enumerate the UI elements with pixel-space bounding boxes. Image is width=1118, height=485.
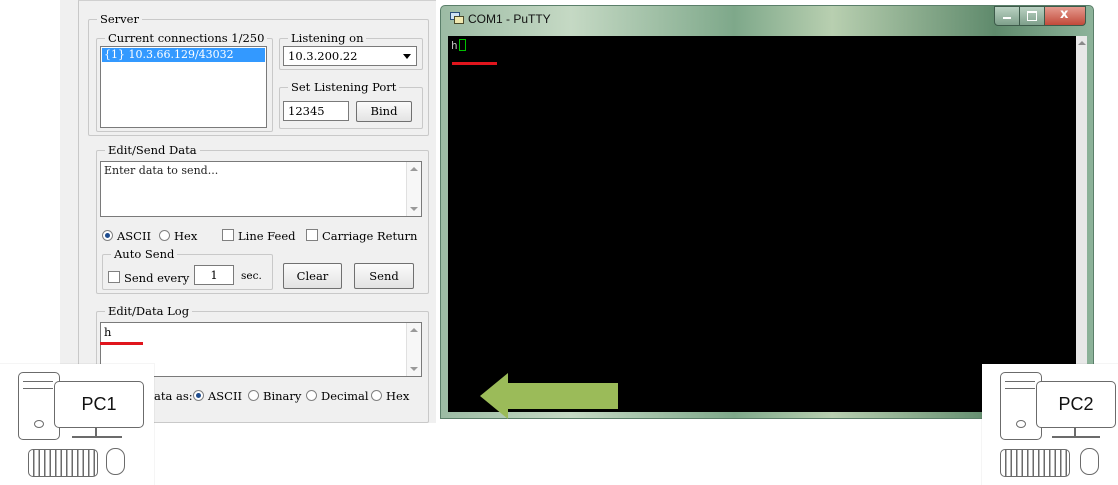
auto-send-label: Auto Send xyxy=(111,247,178,261)
edit-send-label: Edit/Send Data xyxy=(105,143,200,157)
display-as-label: ata as: xyxy=(154,389,193,403)
connections-list[interactable]: {1} 10.3.66.129/43032 xyxy=(100,46,267,128)
bind-button[interactable]: Bind xyxy=(356,101,412,122)
edit-send-group: Edit/Send Data Enter data to send... ASC… xyxy=(96,143,429,294)
close-button[interactable]: x xyxy=(1044,6,1086,26)
putty-title-bar[interactable]: COM1 - PuTTY x xyxy=(441,6,1093,32)
close-icon: x xyxy=(1060,7,1069,22)
putty-title: COM1 - PuTTY xyxy=(468,12,551,26)
send-hex-radio[interactable]: Hex xyxy=(159,229,197,243)
terminal-text: h xyxy=(451,39,458,52)
port-label: Set Listening Port xyxy=(288,80,400,94)
putty-window: COM1 - PuTTY x h xyxy=(440,5,1094,419)
server-group-label: Server xyxy=(97,12,142,26)
background-window-edge xyxy=(60,0,79,422)
log-hex-radio[interactable]: Hex xyxy=(371,389,409,403)
interval-input[interactable]: 1 xyxy=(194,265,234,285)
data-log-label: Edit/Data Log xyxy=(105,304,193,318)
log-underline-marker xyxy=(100,342,143,345)
pc1-icon: PC1 xyxy=(0,364,154,485)
log-binary-radio[interactable]: Binary xyxy=(248,389,301,403)
pc2-mouse xyxy=(1080,448,1099,475)
send-ascii-label: ASCII xyxy=(117,229,152,243)
listening-ip-select[interactable]: 10.3.200.22 xyxy=(283,46,417,66)
carriage-return-checkbox[interactable]: Carriage Return xyxy=(306,229,417,243)
minimize-icon xyxy=(1003,17,1011,19)
server-group: Server Current connections 1/250 {1} 10.… xyxy=(88,12,429,136)
pc1-mouse xyxy=(106,448,125,475)
send-ascii-radio[interactable]: ASCII xyxy=(102,229,151,243)
pc2-icon: PC2 xyxy=(982,364,1118,485)
listening-on-group: Listening on 10.3.200.22 xyxy=(279,31,423,70)
data-log-content: h xyxy=(104,325,112,339)
pc2-monitor: PC2 xyxy=(1036,381,1116,428)
left-arrow-icon xyxy=(480,373,620,419)
log-decimal-label: Decimal xyxy=(321,389,369,403)
terminal-cursor xyxy=(459,39,466,51)
connections-label: Current connections 1/250 xyxy=(105,31,268,45)
pc1-label: PC1 xyxy=(81,394,117,414)
chevron-down-icon[interactable] xyxy=(403,54,411,59)
log-binary-label: Binary xyxy=(263,389,302,403)
listening-on-label: Listening on xyxy=(288,31,367,45)
port-group: Set Listening Port 12345 Bind xyxy=(279,80,423,129)
data-log-scrollbar[interactable] xyxy=(406,323,421,376)
send-every-checkbox[interactable]: Send every xyxy=(108,271,189,285)
port-input[interactable]: 12345 xyxy=(283,101,349,121)
putty-underline-marker xyxy=(452,62,497,65)
listening-ip-value: 10.3.200.22 xyxy=(288,49,358,63)
send-button[interactable]: Send xyxy=(354,263,414,289)
send-every-label: Send every xyxy=(124,271,190,285)
scroll-up-icon[interactable] xyxy=(1078,41,1086,45)
line-feed-label: Line Feed xyxy=(238,229,296,243)
pc1-monitor: PC1 xyxy=(54,381,144,428)
auto-send-group: Auto Send Send every 1 sec. xyxy=(102,247,273,290)
pc2-label: PC2 xyxy=(1058,394,1094,414)
putty-terminal[interactable]: h xyxy=(448,36,1076,412)
interval-unit: sec. xyxy=(241,270,262,282)
port-value: 12345 xyxy=(288,104,325,118)
carriage-return-label: Carriage Return xyxy=(322,229,418,243)
send-data-textarea[interactable]: Enter data to send... xyxy=(100,161,422,217)
log-ascii-radio[interactable]: ASCII xyxy=(193,389,242,403)
putty-app-icon xyxy=(450,12,464,24)
connection-item[interactable]: {1} 10.3.66.129/43032 xyxy=(102,48,265,62)
tcp-server-window: Server Current connections 1/250 {1} 10.… xyxy=(78,0,436,423)
log-ascii-label: ASCII xyxy=(208,389,243,403)
connections-group: Current connections 1/250 {1} 10.3.66.12… xyxy=(96,31,273,132)
interval-value: 1 xyxy=(210,268,218,282)
pc1-keyboard xyxy=(28,449,98,477)
send-data-scrollbar[interactable] xyxy=(406,162,421,216)
putty-scrollbar[interactable] xyxy=(1076,36,1087,412)
line-feed-checkbox[interactable]: Line Feed xyxy=(222,229,296,243)
maximize-icon xyxy=(1027,11,1037,21)
minimize-button[interactable] xyxy=(994,6,1020,26)
log-decimal-radio[interactable]: Decimal xyxy=(306,389,369,403)
clear-button[interactable]: Clear xyxy=(283,263,342,289)
pc2-keyboard xyxy=(1000,449,1070,477)
send-hex-label: Hex xyxy=(174,229,198,243)
send-data-placeholder: Enter data to send... xyxy=(104,164,219,177)
maximize-button[interactable] xyxy=(1019,6,1045,26)
log-hex-label: Hex xyxy=(386,389,410,403)
